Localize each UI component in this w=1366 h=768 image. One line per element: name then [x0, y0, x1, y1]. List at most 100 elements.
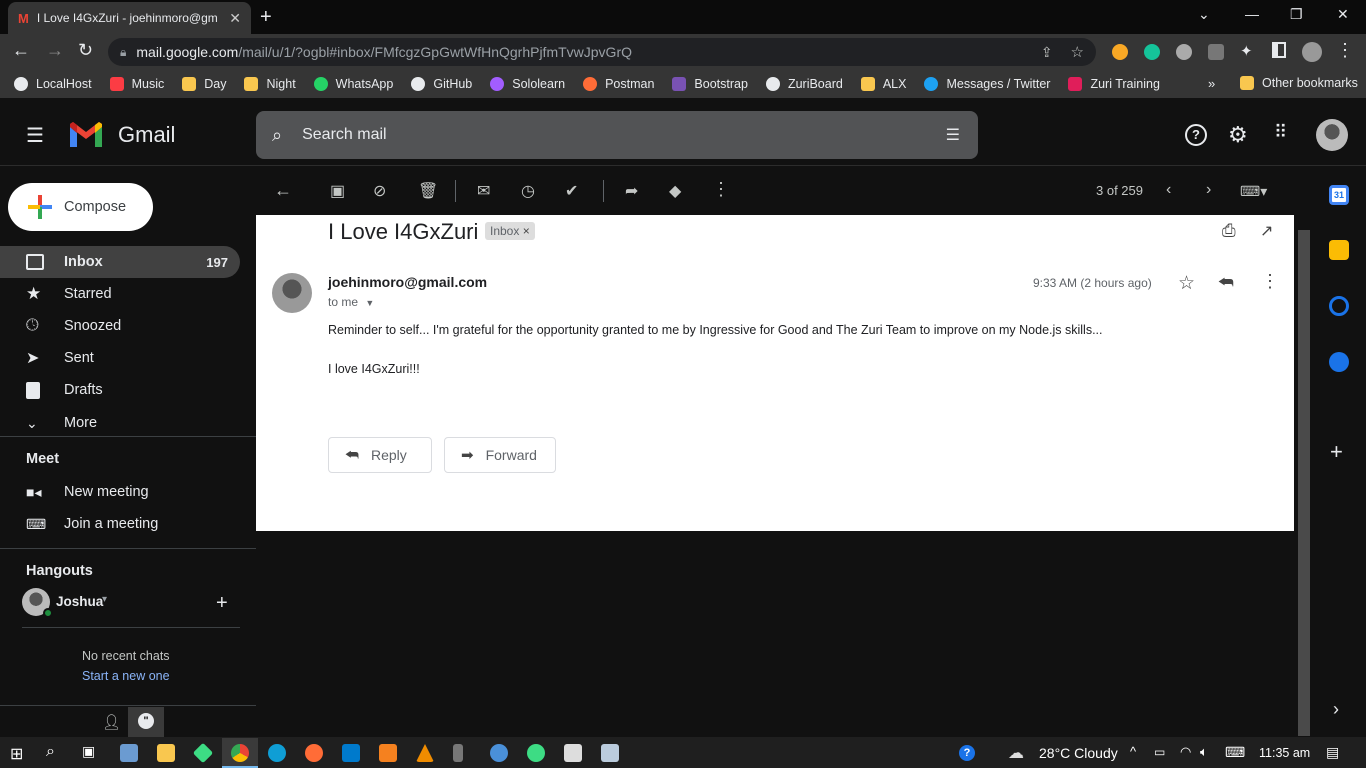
report-spam-icon[interactable]: ⊘ [373, 181, 386, 201]
more-vert-icon[interactable]: ⋮ [1261, 271, 1279, 292]
bookmark-bootstrap[interactable]: Bootstrap [672, 77, 748, 91]
newer-chevron-icon[interactable]: ‹ [1166, 181, 1171, 199]
apps-grid-icon[interactable]: ⠿ [1274, 122, 1287, 143]
restore-button[interactable]: ❐ [1290, 6, 1303, 23]
sender-avatar[interactable] [272, 273, 312, 313]
help-icon[interactable]: ? [1185, 124, 1207, 146]
bookmark-localhost[interactable]: LocalHost [14, 77, 92, 91]
extensions-puzzle-icon[interactable]: ✦ [1240, 42, 1253, 60]
notifications-icon[interactable]: ▤ [1326, 744, 1339, 761]
keyboard-icon[interactable]: ⌨ [1225, 744, 1245, 761]
bookmark-star-icon[interactable]: ☆ [1071, 43, 1084, 61]
wifi-icon[interactable]: ◠ [1180, 744, 1191, 760]
file-explorer-icon[interactable] [157, 744, 175, 762]
vscode-icon[interactable] [342, 744, 360, 762]
bookmark-twitter[interactable]: Messages / Twitter [924, 77, 1050, 91]
edge-icon[interactable] [268, 744, 286, 762]
sidebar-item-starred[interactable]: ★ Starred [0, 278, 240, 310]
address-bar[interactable]: 🔒︎ mail.google.com/mail/u/1/?ogbl#inbox/… [108, 38, 1096, 66]
profile-avatar[interactable] [1302, 42, 1322, 62]
bookmark-zuriboard[interactable]: ZuriBoard [765, 77, 843, 91]
remove-label-icon[interactable]: × [523, 224, 530, 238]
contacts-person-icon[interactable]: 👤︎ [102, 713, 121, 731]
main-menu-icon[interactable]: ☰ [26, 123, 44, 148]
bookmark-postman[interactable]: Postman [583, 77, 654, 91]
app-icon[interactable] [564, 744, 582, 762]
input-tools-keyboard-icon[interactable]: ⌨▾ [1240, 183, 1267, 200]
keep-icon[interactable] [1329, 240, 1349, 260]
minimize-button[interactable]: — [1245, 6, 1259, 22]
browser-menu-icon[interactable]: ⋮ [1336, 40, 1354, 61]
audio-app-icon[interactable] [453, 744, 463, 762]
contacts-icon[interactable] [1329, 352, 1349, 372]
calendar-icon[interactable]: 31 [1329, 185, 1349, 205]
extension-icon[interactable] [1208, 44, 1224, 60]
search-bar[interactable]: ⌕ Search mail ☰ [256, 111, 978, 159]
hangouts-tab[interactable]: " [128, 707, 164, 737]
reload-button[interactable]: ↻ [78, 40, 93, 61]
close-window-button[interactable]: ✕ [1337, 6, 1349, 23]
browser-tab[interactable]: M I Love I4GxZuri - joehinmoro@gmail.com… [8, 2, 251, 34]
share-icon[interactable]: ⇪ [1041, 44, 1053, 61]
hangouts-user-name[interactable]: Joshua [56, 594, 103, 609]
bookmark-alx[interactable]: ALX [860, 77, 906, 91]
bookmark-whatsapp[interactable]: WhatsApp [313, 77, 393, 91]
side-panel-icon[interactable] [1272, 42, 1286, 58]
task-view-icon[interactable]: ▣ [82, 743, 95, 760]
tab-search-icon[interactable]: ⌄ [1198, 6, 1210, 23]
join-meeting-button[interactable]: ⌨ Join a meeting [0, 508, 240, 540]
bookmark-github[interactable]: GitHub [411, 77, 472, 91]
search-options-icon[interactable]: ☰ [946, 125, 960, 145]
tasks-icon[interactable] [1329, 296, 1349, 316]
mark-unread-icon[interactable]: ✉ [477, 181, 490, 201]
add-to-tasks-icon[interactable]: ✔ [565, 181, 578, 201]
show-hidden-icons-chevron-icon[interactable]: ^ [1130, 744, 1136, 759]
back-button[interactable]: ← [12, 40, 30, 61]
star-icon[interactable]: ☆ [1178, 272, 1195, 295]
new-tab-button[interactable]: + [260, 6, 272, 29]
caret-down-icon[interactable]: ▾ [102, 594, 107, 605]
start-new-chat-link[interactable]: Start a new one [82, 669, 170, 683]
compose-button[interactable]: Compose [8, 183, 153, 231]
postman-icon[interactable] [305, 744, 323, 762]
add-chat-icon[interactable]: + [216, 592, 228, 615]
bookmark-music[interactable]: Music [109, 77, 164, 91]
sender-email[interactable]: joehinmoro@gmail.com [328, 274, 487, 290]
sidebar-item-snoozed[interactable]: 🕓︎ Snoozed [0, 310, 240, 342]
gmail-logo[interactable]: Gmail [68, 121, 175, 149]
new-meeting-button[interactable]: ■◂ New meeting [0, 476, 240, 508]
volume-icon[interactable]: 🔈︎ [1200, 744, 1208, 760]
windows-start-icon[interactable]: ⊞ [10, 744, 28, 763]
clock-time[interactable]: 11:35 am [1259, 746, 1310, 760]
archive-icon[interactable]: ▣ [330, 181, 345, 201]
grammarly-extension-icon[interactable] [1144, 44, 1160, 60]
reply-icon[interactable]: ⮪ [1218, 273, 1234, 293]
other-bookmarks-folder[interactable]: Other bookmarks [1240, 76, 1358, 90]
move-to-icon[interactable]: ➦ [625, 181, 638, 201]
bookmark-night[interactable]: Night [244, 77, 296, 91]
inbox-label-chip[interactable]: Inbox × [485, 222, 535, 240]
bookmark-sololearn[interactable]: Sololearn [490, 77, 565, 91]
search-icon[interactable]: ⌕ [46, 743, 55, 761]
sidebar-item-drafts[interactable]: Drafts [0, 374, 240, 406]
sidebar-item-sent[interactable]: ➤ Sent [0, 342, 240, 374]
print-icon[interactable]: ⎙ [1222, 221, 1236, 241]
show-side-panel-chevron-icon[interactable]: › [1333, 699, 1339, 720]
delete-trash-icon[interactable]: 🗑︎ [418, 181, 438, 201]
notepad-icon[interactable] [601, 744, 619, 762]
photos-app-icon[interactable] [120, 744, 138, 762]
open-new-window-icon[interactable]: ↗ [1260, 221, 1273, 241]
scrollbar[interactable] [1298, 230, 1310, 736]
back-to-inbox-icon[interactable]: ← [274, 180, 292, 201]
battery-icon[interactable]: ▭ [1154, 745, 1165, 759]
more-options-icon[interactable]: ⋮ [712, 179, 730, 200]
settings-gear-icon[interactable]: ⚙ [1228, 122, 1248, 148]
label-tag-icon[interactable]: ◆ [669, 181, 681, 201]
weather-text[interactable]: 28°C Cloudy [1039, 745, 1118, 761]
database-app-icon[interactable] [490, 744, 508, 762]
forward-button[interactable]: ➡ Forward [444, 437, 556, 473]
sidebar-item-more[interactable]: ⌄ More [0, 407, 240, 439]
xampp-icon[interactable] [379, 744, 397, 762]
sidebar-item-inbox[interactable]: Inbox 197 [0, 246, 240, 278]
search-icon[interactable]: ⌕ [272, 125, 282, 146]
